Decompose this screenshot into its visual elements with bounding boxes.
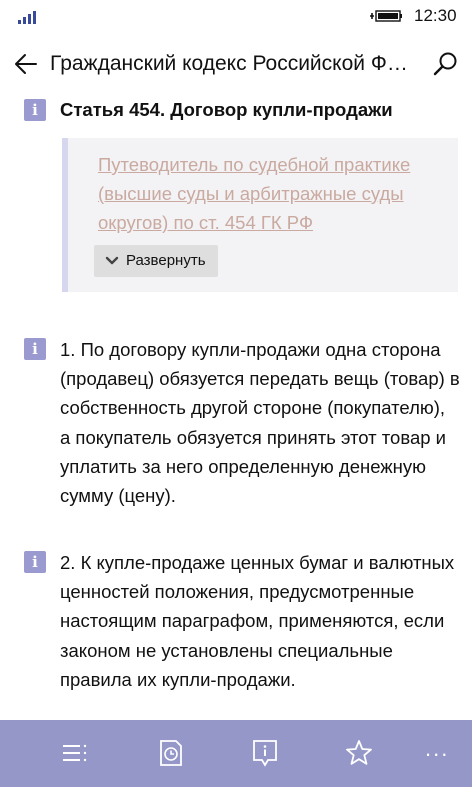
- clock: 12:30: [414, 6, 457, 25]
- chevron-down-icon: [105, 256, 119, 265]
- guide-box: Путеводитель по судебной практике (высши…: [62, 138, 458, 292]
- title-bar: Гражданский кодекс Российской Федерации …: [0, 40, 472, 90]
- article-content[interactable]: i Статья 454. Договор купли-продажи Путе…: [0, 90, 472, 720]
- contents-list-icon[interactable]: [60, 738, 90, 768]
- status-bar: 12:30: [0, 0, 472, 32]
- info-icon[interactable]: i: [24, 99, 46, 121]
- expand-label: Развернуть: [126, 252, 206, 269]
- info-icon[interactable]: [250, 738, 280, 768]
- expand-button[interactable]: Развернуть: [94, 245, 218, 277]
- signal-bars-icon: [18, 10, 40, 24]
- article-heading: Статья 454. Договор купли-продажи: [60, 99, 393, 120]
- guide-link[interactable]: Путеводитель по судебной практике (высши…: [98, 150, 448, 237]
- battery-charging-icon: [370, 10, 402, 22]
- paragraph-1: 1. По договору купли-продажи одна сторон…: [60, 339, 460, 507]
- paragraph-2: 2. К купле-продаже ценных бумаг и валютн…: [60, 552, 455, 690]
- back-arrow-icon[interactable]: [12, 50, 40, 78]
- info-icon[interactable]: i: [24, 338, 46, 360]
- more-dots-icon[interactable]: ...: [425, 736, 449, 762]
- history-clock-icon[interactable]: [156, 738, 186, 768]
- search-icon[interactable]: [432, 50, 460, 78]
- info-icon[interactable]: i: [24, 551, 46, 573]
- page-title: Гражданский кодекс Российской Федерации …: [50, 52, 410, 75]
- bookmark-star-icon[interactable]: [344, 738, 374, 768]
- app-bar: ...: [0, 720, 472, 787]
